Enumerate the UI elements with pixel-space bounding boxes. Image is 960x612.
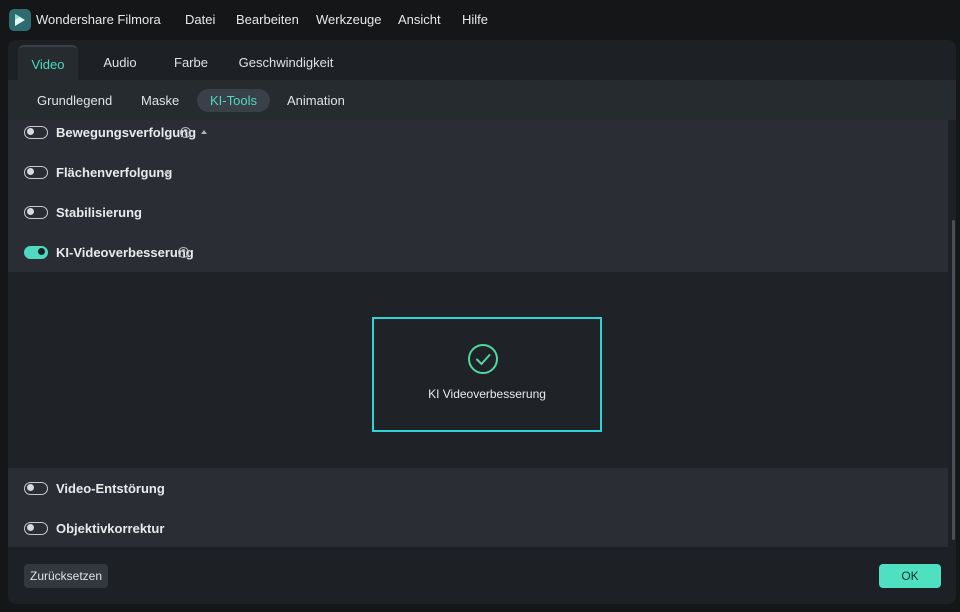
menu-bearbeiten[interactable]: Bearbeiten <box>236 12 299 27</box>
caret-up-icon[interactable] <box>164 170 170 174</box>
toggle-bewegungsverfolgung[interactable] <box>24 125 48 139</box>
filmora-logo-icon <box>9 9 31 31</box>
subtab-maske[interactable]: Maske <box>128 89 192 112</box>
row-stabilisierung: Stabilisierung <box>8 192 948 232</box>
enhancement-preview-area: KI Videoverbesserung <box>8 272 948 468</box>
caret-up-icon[interactable] <box>201 130 207 134</box>
row-ki-videoverbesserung: KI-Videoverbesserung ? <box>8 232 948 272</box>
help-icon[interactable]: ? <box>180 126 191 138</box>
label-ki-videoverbesserung: KI-Videoverbesserung <box>56 244 194 260</box>
toggle-flaechenverfolgung[interactable] <box>24 165 48 179</box>
label-video-entstoerung: Video-Entstörung <box>56 480 165 496</box>
help-icon[interactable]: ? <box>178 246 189 258</box>
scrollbar-thumb[interactable] <box>952 220 955 540</box>
toggle-video-entstoerung[interactable] <box>24 481 48 495</box>
toggle-ki-videoverbesserung[interactable] <box>24 245 48 259</box>
tab-farbe[interactable]: Farbe <box>168 45 214 80</box>
row-bewegungsverfolgung: Bewegungsverfolgung ? <box>8 120 948 152</box>
subtab-ki-tools[interactable]: KI-Tools <box>197 89 270 112</box>
check-circle-icon <box>468 344 498 374</box>
ok-button[interactable]: OK <box>879 564 941 588</box>
tab-geschwindigkeit[interactable]: Geschwindigkeit <box>236 45 336 80</box>
row-video-entstoerung: Video-Entstörung <box>8 468 948 508</box>
ai-tools-list: Bewegungsverfolgung ? Flächenverfolgung … <box>8 120 948 547</box>
properties-panel: Video Audio Farbe Geschwindigkeit Grundl… <box>8 40 956 604</box>
row-flaechenverfolgung: Flächenverfolgung <box>8 152 948 192</box>
label-bewegungsverfolgung: Bewegungsverfolgung <box>56 124 197 140</box>
menu-datei[interactable]: Datei <box>185 12 215 27</box>
enhancement-preview-card[interactable]: KI Videoverbesserung <box>372 317 602 432</box>
scrollbar[interactable] <box>951 120 956 547</box>
menu-ansicht[interactable]: Ansicht <box>398 12 441 27</box>
main-tabs: Video Audio Farbe Geschwindigkeit <box>8 40 956 80</box>
tab-video[interactable]: Video <box>18 45 78 80</box>
label-flaechenverfolgung: Flächenverfolgung <box>56 164 173 180</box>
row-objektivkorrektur: Objektivkorrektur <box>8 508 948 547</box>
menu-werkzeuge[interactable]: Werkzeuge <box>316 12 382 27</box>
label-stabilisierung: Stabilisierung <box>56 204 142 220</box>
tab-audio[interactable]: Audio <box>94 45 146 80</box>
title-bar: Wondershare Filmora Datei Bearbeiten Wer… <box>0 0 960 40</box>
toggle-objektivkorrektur[interactable] <box>24 521 48 535</box>
subtab-grundlegend[interactable]: Grundlegend <box>24 89 125 112</box>
app-title: Wondershare Filmora <box>36 12 161 27</box>
reset-button[interactable]: Zurücksetzen <box>24 564 108 588</box>
sub-tabs: Grundlegend Maske KI-Tools Animation <box>8 80 956 120</box>
menu-hilfe[interactable]: Hilfe <box>462 12 488 27</box>
panel-footer: Zurücksetzen OK <box>8 547 956 604</box>
toggle-stabilisierung[interactable] <box>24 205 48 219</box>
label-objektivkorrektur: Objektivkorrektur <box>56 520 165 536</box>
preview-label: KI Videoverbesserung <box>428 387 546 401</box>
subtab-animation[interactable]: Animation <box>274 89 358 112</box>
